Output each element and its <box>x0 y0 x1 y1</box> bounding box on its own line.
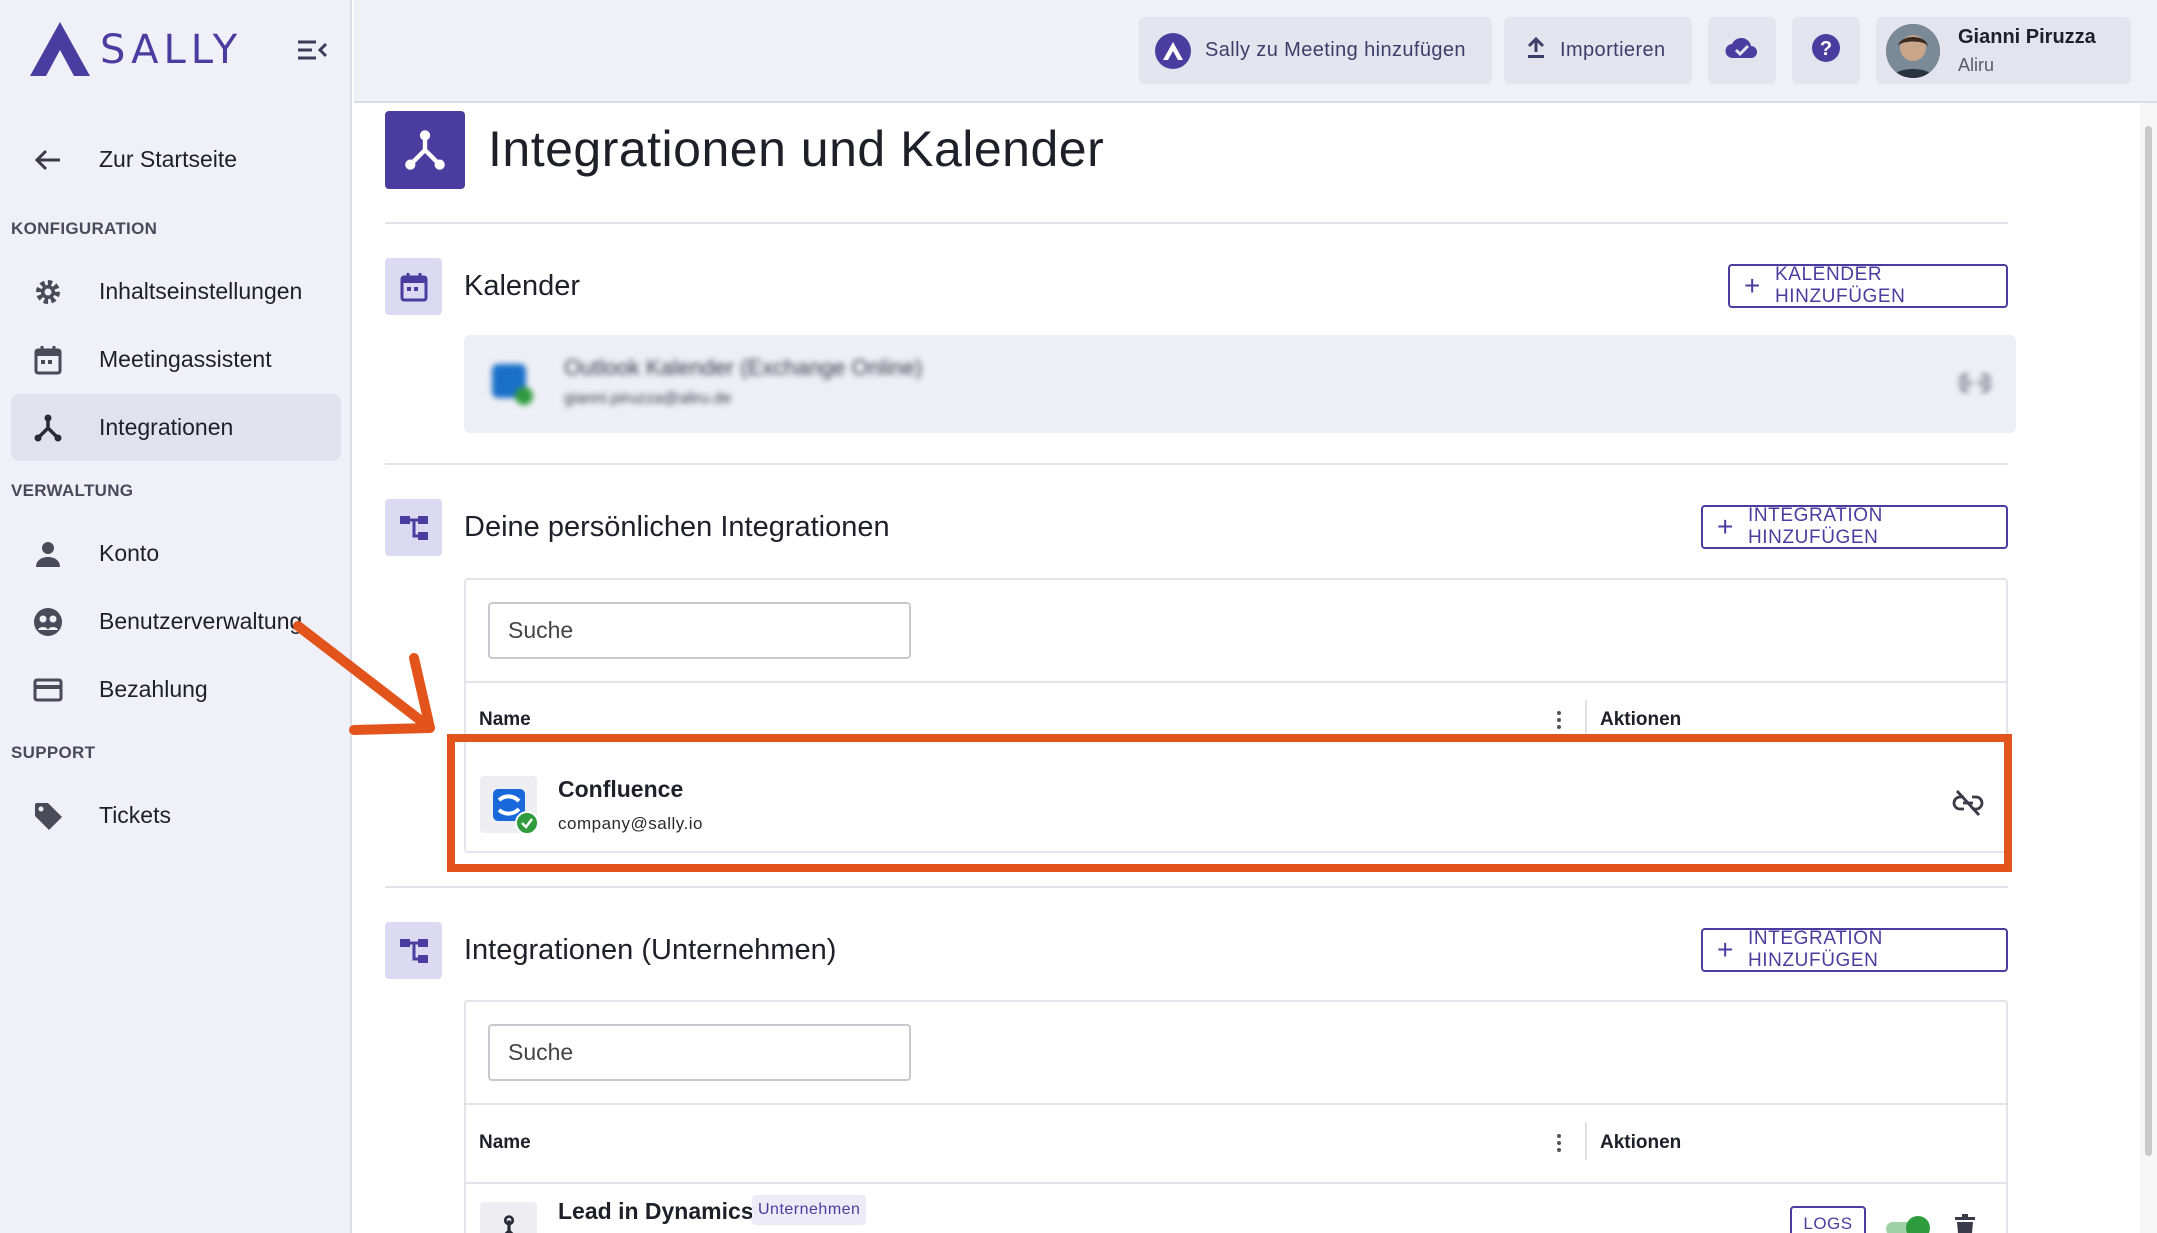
sidebar: SALLY Zur Startseite KONFIGURATION Inhal… <box>0 0 352 1233</box>
credit-card-icon <box>31 673 65 707</box>
user-menu-button[interactable]: Gianni Piruzza Aliru <box>1876 17 2131 84</box>
import-label: Importieren <box>1560 39 1666 61</box>
section-label-admin: VERWALTUNG <box>11 481 134 500</box>
sidebar-item-label: Meetingassistent <box>99 346 272 372</box>
column-header-name[interactable]: Name <box>479 1132 531 1154</box>
divider <box>385 886 2008 888</box>
calendar-entry-name: Outlook Kalender (Exchange Online) <box>564 355 923 380</box>
add-integration-label: INTEGRATION HINZUFÜGEN <box>1747 928 1883 971</box>
column-menu-icon[interactable] <box>1553 1132 1565 1154</box>
scrollbar-thumb[interactable] <box>2145 126 2152 1156</box>
person-icon <box>31 537 65 571</box>
back-label: Zur Startseite <box>99 146 238 172</box>
divider <box>464 681 2008 683</box>
integration-name: Lead in Dynamics <box>558 1198 754 1224</box>
search-input[interactable]: Suche <box>488 602 911 659</box>
column-divider[interactable] <box>1585 1122 1587 1160</box>
sidebar-item-label: Tickets <box>99 802 171 828</box>
user-org: Aliru <box>1958 54 1995 75</box>
arrow-left-icon <box>31 143 65 177</box>
plus-icon: + <box>1744 270 1761 301</box>
add-sally-to-meeting-button[interactable]: Sally zu Meeting hinzufügen <box>1139 17 1492 84</box>
add-to-meeting-label: Sally zu Meeting hinzufügen <box>1205 39 1466 61</box>
column-header-name[interactable]: Name <box>479 709 531 731</box>
sidebar-item-label: Benutzerverwaltung <box>99 608 303 634</box>
enable-toggle[interactable] <box>1886 1216 1932 1233</box>
top-bar: Sally zu Meeting hinzufügen Importieren … <box>354 0 2157 103</box>
upload-icon <box>1526 36 1546 64</box>
integration-icon <box>31 411 65 445</box>
add-calendar-button[interactable]: + KALENDER HINZUFÜGEN <box>1728 264 2008 308</box>
user-name: Gianni Piruzza <box>1958 25 2096 48</box>
import-button[interactable]: Importieren <box>1504 17 1692 84</box>
sally-logo-icon <box>1155 32 1191 69</box>
unlink-icon[interactable] <box>1958 369 1992 397</box>
help-icon: ? <box>1811 33 1841 68</box>
sally-logo[interactable]: SALLY <box>28 20 242 80</box>
search-placeholder: Suche <box>508 1039 574 1065</box>
table-row[interactable]: Lead in Dynamics Unternehmen LOGS <box>466 1184 2006 1233</box>
users-icon <box>31 605 65 639</box>
calendar-icon <box>385 258 442 315</box>
dynamics-logo <box>480 1202 537 1233</box>
add-calendar-label: KALENDER HINZUFÜGEN <box>1774 264 1906 307</box>
calendar-icon <box>31 343 65 377</box>
gear-icon <box>31 275 65 309</box>
calendar-section-title: Kalender <box>464 270 581 302</box>
sidebar-item-user-management[interactable]: Benutzerverwaltung <box>11 588 341 655</box>
plus-icon: + <box>1717 934 1734 965</box>
calendar-entry-email: gianni.piruzza@aliru.de <box>564 390 732 407</box>
divider <box>464 1103 2008 1105</box>
sidebar-item-label: Integrationen <box>99 414 234 440</box>
personal-integrations-title: Deine persönlichen Integrationen <box>464 511 890 543</box>
cloud-sync-button[interactable] <box>1708 17 1776 84</box>
column-divider[interactable] <box>1585 700 1587 738</box>
sidebar-item-account[interactable]: Konto <box>11 520 341 587</box>
sidebar-item-billing[interactable]: Bezahlung <box>11 656 341 723</box>
collapse-menu-icon[interactable] <box>296 36 328 64</box>
tag-icon <box>31 799 65 833</box>
outlook-logo-icon <box>488 360 534 406</box>
column-header-actions: Aktionen <box>1600 1132 1682 1153</box>
company-badge: Unternehmen <box>752 1195 867 1225</box>
help-button[interactable]: ? <box>1792 17 1860 84</box>
calendar-entry[interactable]: Outlook Kalender (Exchange Online) giann… <box>464 335 2016 433</box>
logs-button[interactable]: LOGS <box>1790 1206 1866 1233</box>
search-input[interactable]: Suche <box>488 1024 911 1081</box>
divider <box>385 463 2008 465</box>
svg-text:?: ? <box>1820 38 1832 60</box>
column-menu-icon[interactable] <box>1553 709 1565 731</box>
page-title: Integrationen und Kalender <box>488 121 1105 177</box>
sidebar-item-content-settings[interactable]: Inhaltseinstellungen <box>11 258 341 325</box>
sidebar-item-integrations[interactable]: Integrationen <box>11 394 341 461</box>
column-header-actions: Aktionen <box>1600 709 1682 730</box>
avatar <box>1886 23 1940 78</box>
search-placeholder: Suche <box>508 617 574 643</box>
brand-name: SALLY <box>100 27 243 73</box>
section-label-support: SUPPORT <box>11 743 96 762</box>
sidebar-item-label: Inhaltseinstellungen <box>99 278 303 304</box>
sidebar-item-label: Bezahlung <box>99 676 208 702</box>
integration-tree-icon <box>385 499 442 556</box>
integration-icon <box>385 111 465 189</box>
section-label-config: KONFIGURATION <box>11 219 158 238</box>
add-personal-integration-button[interactable]: + INTEGRATION HINZUFÜGEN <box>1701 505 2008 549</box>
divider <box>385 222 2008 224</box>
cloud-check-icon <box>1725 36 1759 65</box>
delete-icon[interactable] <box>1954 1214 1976 1233</box>
integration-tree-icon <box>385 922 442 979</box>
integration-icon <box>503 1214 514 1233</box>
company-integrations-title: Integrationen (Unternehmen) <box>464 934 837 966</box>
sally-logo-icon <box>30 22 90 76</box>
add-integration-label: INTEGRATION HINZUFÜGEN <box>1747 505 1883 548</box>
add-company-integration-button[interactable]: + INTEGRATION HINZUFÜGEN <box>1701 928 2008 972</box>
back-to-home-link[interactable]: Zur Startseite <box>11 126 341 193</box>
plus-icon: + <box>1717 511 1734 542</box>
sidebar-item-label: Konto <box>99 540 160 566</box>
sidebar-item-tickets[interactable]: Tickets <box>11 782 341 849</box>
sidebar-item-meeting-assistant[interactable]: Meetingassistent <box>11 326 341 393</box>
highlight-box <box>447 734 2012 872</box>
